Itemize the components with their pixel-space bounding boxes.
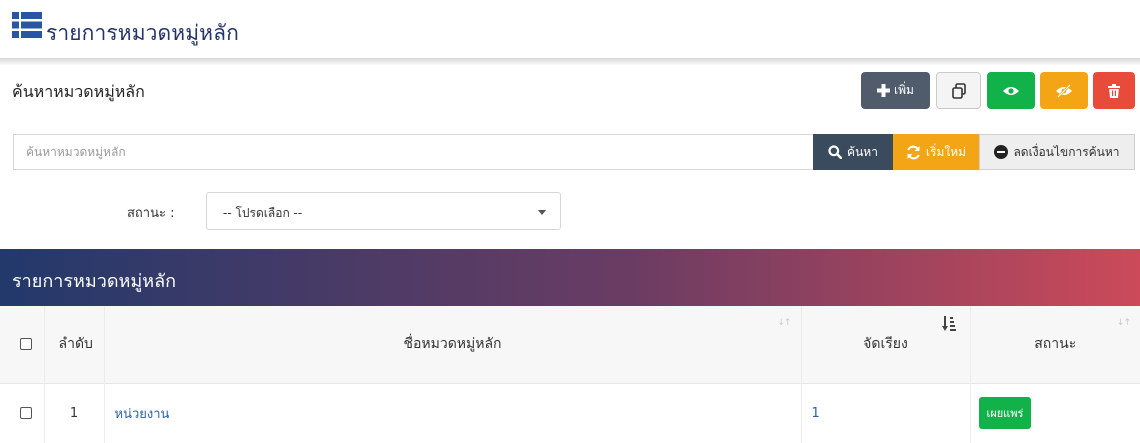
row-name-link[interactable]: หน่วยงาน	[115, 407, 170, 422]
status-select-value: -- โปรดเลือก --	[223, 206, 303, 220]
plus-icon	[877, 84, 891, 97]
column-name[interactable]: ชื่อหมวดหมู่หลัก ↓↑	[104, 306, 802, 383]
column-order-label: ลำดับ	[58, 336, 93, 353]
list-header: รายการหมวดหมู่หลัก	[0, 249, 1140, 306]
sort-icon: ↓↑	[1116, 318, 1131, 328]
list-title: รายการหมวดหมู่หลัก	[12, 271, 177, 292]
copy-icon	[951, 82, 966, 99]
chevron-down-icon	[538, 210, 546, 215]
column-order: ลำดับ	[44, 306, 105, 383]
reset-button[interactable]: เริ่มใหม่	[893, 134, 979, 170]
copy-button[interactable]	[936, 72, 981, 109]
column-status[interactable]: สถานะ ↓↑	[970, 306, 1140, 383]
delete-button[interactable]	[1093, 72, 1135, 109]
table-header-row: ลำดับ ชื่อหมวดหมู่หลัก ↓↑ จัดเรียง สถานะ…	[0, 306, 1140, 383]
search-icon	[828, 145, 843, 159]
status-filter-label: สถานะ :	[127, 206, 175, 221]
header-divider	[0, 58, 1140, 66]
row-sort-value: 1	[811, 405, 820, 421]
row-order: 1	[44, 383, 105, 443]
column-sort-label: จัดเรียง	[863, 336, 908, 353]
eye-slash-icon	[1056, 83, 1072, 98]
page-title: รายการหมวดหมู่หลัก	[46, 21, 239, 45]
row-select-cell	[0, 383, 45, 443]
add-button[interactable]: เพิ่ม	[861, 72, 930, 109]
reset-button-label: เริ่มใหม่	[925, 144, 967, 159]
search-input[interactable]	[13, 134, 813, 170]
search-heading: ค้นหาหมวดหมู่หลัก	[12, 82, 145, 101]
status-badge[interactable]: เผยแพร่	[978, 397, 1032, 430]
status-select[interactable]: -- โปรดเลือก --	[206, 192, 561, 230]
page-header: รายการหมวดหมู่หลัก	[0, 0, 1140, 58]
sort-icon: ↓↑	[777, 318, 791, 328]
row-name-cell: หน่วยงาน	[104, 383, 802, 443]
list-icon	[12, 12, 42, 38]
show-button[interactable]	[987, 72, 1035, 109]
trash-icon	[1108, 83, 1120, 98]
hide-button[interactable]	[1040, 72, 1088, 109]
row-status-cell: เผยแพร่	[970, 383, 1140, 443]
select-all-cell	[0, 306, 45, 383]
clear-filters-label: ลดเงื่อนไขการค้นหา	[1013, 144, 1120, 159]
select-all-checkbox[interactable]	[20, 338, 32, 351]
search-button[interactable]: ค้นหา	[813, 134, 893, 170]
row-checkbox[interactable]	[20, 407, 32, 420]
column-name-label: ชื่อหมวดหมู่หลัก	[403, 336, 502, 353]
eye-icon	[1003, 86, 1019, 95]
minus-circle-icon	[994, 145, 1009, 159]
column-status-label: สถานะ	[1034, 336, 1077, 353]
table-row: 1 หน่วยงาน 1 เผยแพร่	[0, 383, 1140, 443]
clear-filters-button[interactable]: ลดเงื่อนไขการค้นหา	[979, 134, 1135, 170]
search-button-label: ค้นหา	[847, 144, 878, 159]
refresh-icon	[907, 145, 920, 159]
add-button-label: เพิ่ม	[894, 83, 914, 97]
row-sort-cell: 1	[801, 383, 971, 443]
category-table: ลำดับ ชื่อหมวดหมู่หลัก ↓↑ จัดเรียง สถานะ…	[0, 306, 1140, 443]
sort-amount-icon	[941, 316, 956, 331]
column-sort[interactable]: จัดเรียง	[801, 306, 971, 383]
